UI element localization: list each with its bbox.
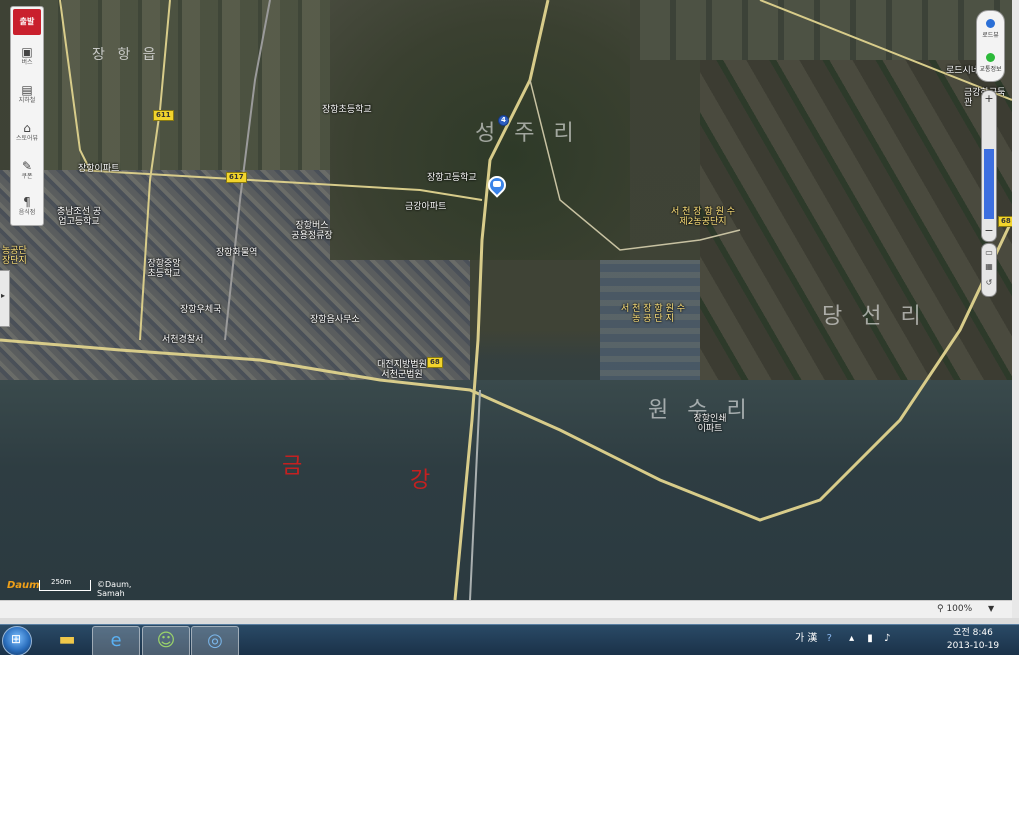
zoom-level-value: 100% (946, 604, 973, 614)
traffic-icon (986, 53, 995, 62)
area-icon[interactable]: ▦ (982, 262, 996, 271)
place-label[interactable]: 장항우체국 (180, 305, 221, 315)
road-shield: 68 (998, 216, 1012, 227)
clock-time: 오전 8:46 (953, 628, 993, 638)
coupon-icon: ✎ (21, 159, 33, 173)
globe-icon: ◎ (207, 630, 223, 651)
vertical-scrollbar[interactable] (1012, 0, 1019, 618)
place-label[interactable]: 장항인쇄 이파트 (692, 414, 728, 434)
restaurant-button[interactable]: ¶ 음식점 (11, 191, 43, 227)
start-button[interactable]: 출발 (13, 9, 41, 35)
chevron-up-icon[interactable]: ▴ (849, 633, 854, 644)
taskbar-network-app[interactable]: ◎ (191, 626, 239, 655)
area-label-industrial-2: 서 천 장 항 원 수 제2농공단지 (671, 207, 735, 227)
road-shield: 617 (226, 172, 247, 183)
road-west-vertical (59, 0, 91, 171)
railway (224, 0, 271, 341)
place-label[interactable]: 장항초등학교 (322, 105, 372, 115)
area-label-industrial-1: 서 천 장 항 원 수 농 공 단 지 (621, 304, 685, 324)
chevron-down-icon[interactable]: ▼ (988, 604, 994, 613)
place-label[interactable]: 장항화물역 (216, 248, 257, 258)
area-label-dangseon-ri: 당 선 리 (822, 304, 927, 329)
clock-date: 2013-10-19 (946, 641, 1000, 651)
scale-distance: 250m (51, 578, 72, 586)
daum-logo: Daum (7, 580, 40, 591)
coupon-label: 쿠폰 (21, 173, 33, 180)
help-icon[interactable]: ? (827, 633, 832, 644)
place-label[interactable]: 농공단 장단지 (2, 246, 32, 266)
area-label-seongju-ri: 성 주 리 (475, 121, 580, 146)
coupon-button[interactable]: ✎ 쿠폰 (11, 155, 43, 191)
traffic-label: 교통정보 (979, 66, 1002, 73)
roadview-icon (986, 19, 995, 28)
road-north-south (453, 0, 550, 600)
store-icon: ⌂ (23, 121, 31, 135)
subway-label: 지하철 (18, 97, 36, 104)
windows-start-button[interactable]: ⊞ (2, 626, 32, 655)
speaker-icon[interactable]: ♪ (884, 633, 890, 644)
handwritten-annotation: 강 (410, 468, 431, 493)
road-shield: 4 (498, 115, 509, 126)
road-617 (79, 169, 483, 201)
windows-logo-icon: ⊞ (11, 632, 22, 646)
place-label[interactable]: 금강아파트 (405, 202, 446, 212)
map-toolbar: 출발 ▣ 버스 ▤ 지하철 ⌂ 스토어뷰 ✎ 쿠폰 ¶ 음식점 (10, 6, 44, 226)
place-label[interactable]: 장항고등학교 (427, 173, 477, 183)
bus-label: 버스 (21, 59, 33, 66)
network-icon[interactable]: ▮ (867, 633, 873, 644)
chevron-right-icon: ▸ (1, 291, 6, 300)
store-label: 스토어뷰 (15, 135, 39, 142)
ime-indicator[interactable]: 가 漢 (795, 633, 817, 644)
taskbar: ⊞ ▬ e ☺ ◎ 가 漢 ? ▴ ▮ ♪ 오전 8:46 2013-10-19 (0, 624, 1019, 655)
zoom-out-button[interactable]: − (983, 225, 995, 237)
place-label[interactable]: 충남조선 공업고등학교 (55, 207, 103, 227)
zoom-control: + − (981, 90, 997, 242)
bus-button[interactable]: ▣ 버스 (11, 41, 43, 77)
taskbar-internet-explorer[interactable]: e (92, 626, 140, 655)
taskbar-explorer[interactable]: ▬ (44, 626, 90, 655)
traffic-button[interactable]: 교통정보 (977, 47, 1004, 73)
place-label[interactable]: 로드시네 (946, 66, 979, 76)
map-tools: ▭ ▦ ↺ (981, 243, 997, 297)
subway-button[interactable]: ▤ 지하철 (11, 79, 43, 115)
subway-icon: ▤ (21, 83, 33, 97)
place-label[interactable]: 장항중앙 초등학교 (147, 259, 181, 279)
place-label[interactable]: 장항버스 공용정류장 (290, 221, 334, 241)
roadview-label: 로드뷰 (982, 32, 999, 39)
map-layer-controls: 로드뷰 교통정보 (976, 10, 1005, 82)
system-clock[interactable]: 오전 8:46 2013-10-19 (938, 627, 1008, 653)
zoom-level[interactable]: ⚲ 100% (937, 604, 972, 614)
roadview-button[interactable]: 로드뷰 (977, 13, 1004, 39)
place-label[interactable]: 대전지방법원 서천군법원 (374, 360, 430, 380)
restaurant-label: 음식점 (18, 209, 36, 216)
restaurant-icon: ¶ (23, 195, 31, 209)
system-tray: 가 漢 ? ▴ ▮ ♪ (795, 629, 890, 644)
area-label-janghang-eup: 장 항 읍 (92, 47, 160, 63)
place-label[interactable]: 서천경찰서 (162, 335, 203, 345)
road-shield: 611 (153, 110, 174, 121)
store-button[interactable]: ⌂ 스토어뷰 (11, 117, 43, 153)
browser-status-bar: ⚲ 100% ▼ (0, 600, 1012, 619)
people-icon: ☺ (156, 630, 176, 651)
taskbar-people-app[interactable]: ☺ (142, 626, 190, 655)
screen: 장 항 읍 성 주 리 당 선 리 원 수 리 서 천 장 항 원 수 제2농공… (0, 0, 1019, 655)
road-shield: 68 (427, 357, 443, 368)
zoom-slider[interactable] (984, 149, 994, 219)
place-label[interactable]: 장항읍사무소 (310, 315, 360, 325)
panel-toggle-button[interactable]: ▸ (0, 270, 10, 327)
satellite-map[interactable]: 장 항 읍 성 주 리 당 선 리 원 수 리 서 천 장 항 원 수 제2농공… (0, 0, 1012, 600)
road-east-coast (759, 0, 1012, 101)
copyright-text: ©Daum, Samah (97, 580, 132, 598)
reset-icon[interactable]: ↺ (982, 278, 996, 287)
distance-icon[interactable]: ▭ (982, 248, 996, 257)
internet-explorer-icon: e (110, 630, 122, 651)
folder-icon: ▬ (58, 629, 76, 650)
zoom-in-button[interactable]: + (983, 93, 995, 105)
place-label[interactable]: 장항이파트 (78, 164, 119, 174)
handwritten-annotation: 금 (282, 454, 303, 479)
location-pin-icon[interactable] (484, 172, 510, 200)
bus-icon: ▣ (21, 45, 33, 59)
